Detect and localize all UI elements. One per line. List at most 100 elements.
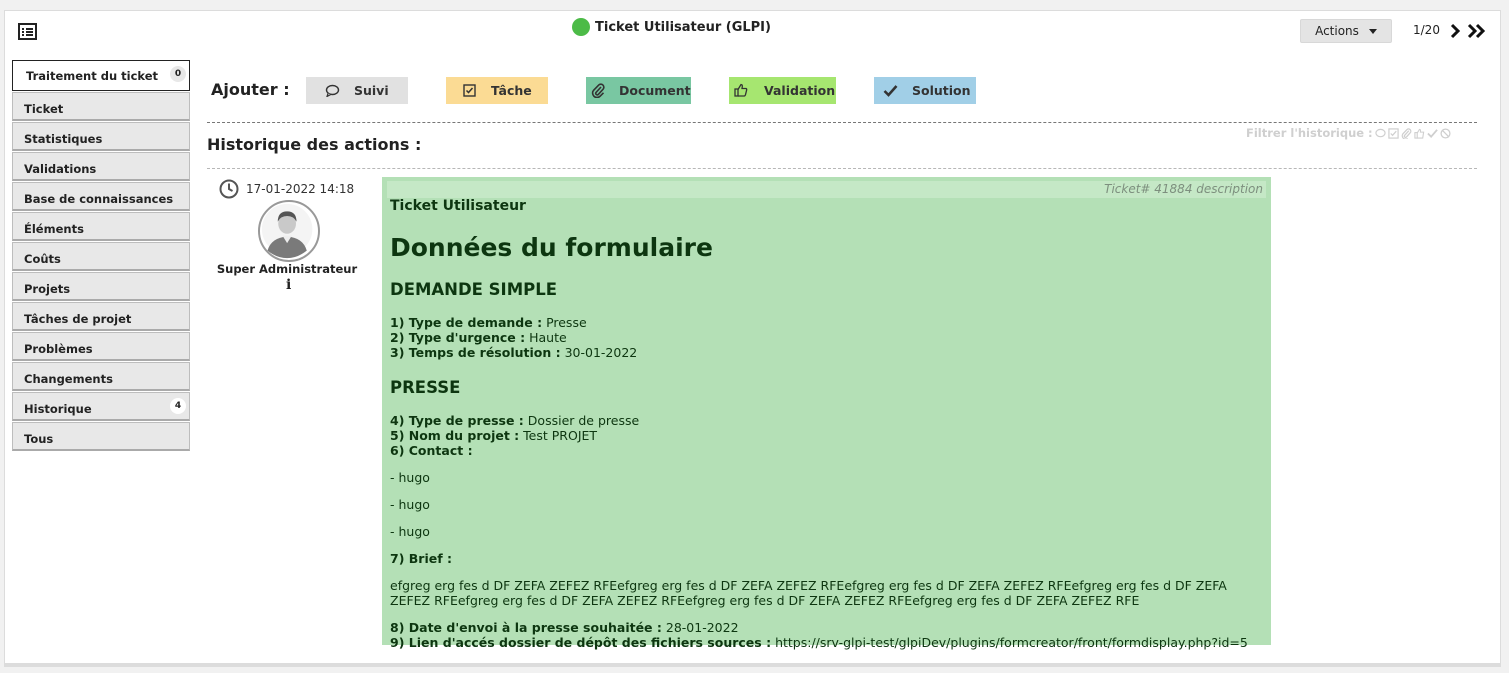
- tab-validations[interactable]: Validations: [12, 152, 190, 181]
- tab-couts[interactable]: Coûts: [12, 242, 190, 271]
- tab-historique[interactable]: Historique 4: [12, 392, 190, 421]
- filter-document-icon[interactable]: [1401, 127, 1412, 139]
- brief-text: efgreg erg fes d DF ZEFA ZEFEZ RFEefgreg…: [390, 578, 1227, 608]
- section-title: DEMANDE SIMPLE: [390, 280, 557, 299]
- section-fields: 8) Date d'envoi à la presse souhaitée : …: [390, 620, 1270, 650]
- tab-label: Ticket: [24, 102, 64, 116]
- field-label: 7) Brief :: [390, 551, 453, 566]
- add-validation-label: Validation: [764, 83, 836, 98]
- section-fields: 1) Type de demande : Presse 2) Type d'ur…: [390, 315, 1270, 360]
- tab-badge: 4: [170, 398, 186, 414]
- filter-solution-icon[interactable]: [1426, 128, 1438, 139]
- ticket-subtitle: Ticket Utilisateur: [390, 198, 526, 214]
- tab-tous[interactable]: Tous: [12, 422, 190, 451]
- add-validation-button[interactable]: Validation: [729, 77, 836, 104]
- field-label: 5) Nom du projet :: [390, 428, 520, 443]
- field-value: 30-01-2022: [564, 345, 638, 360]
- tab-label: Éléments: [24, 222, 84, 236]
- double-chevron-right-icon[interactable]: [1467, 23, 1487, 39]
- page-title: Ticket Utilisateur (GLPI): [572, 18, 771, 36]
- tab-label: Tâches de projet: [24, 312, 132, 326]
- field-row: 9) Lien d'accés dossier de dépôt des fic…: [390, 635, 1270, 650]
- add-tache-button[interactable]: Tâche: [446, 77, 548, 104]
- tab-taches-de-projet[interactable]: Tâches de projet: [12, 302, 190, 331]
- tab-base-de-connaissances[interactable]: Base de connaissances: [12, 182, 190, 211]
- tab-statistiques[interactable]: Statistiques: [12, 122, 190, 151]
- field-row: 3) Temps de résolution : 30-01-2022: [390, 345, 1270, 360]
- field-label: 2) Type d'urgence :: [390, 330, 526, 345]
- actions-button[interactable]: Actions: [1300, 19, 1392, 43]
- tab-label: Coûts: [24, 252, 61, 266]
- list-view-icon[interactable]: [18, 23, 38, 41]
- tab-label: Problèmes: [24, 342, 93, 356]
- tab-list: Traitement du ticket 0 Ticket Statistique…: [12, 60, 190, 452]
- ticket-reference: Ticket# 41884 description: [1104, 182, 1263, 196]
- info-icon[interactable]: i: [286, 277, 291, 293]
- card-body: Ticket Utilisateur Données du formulaire…: [390, 198, 1270, 650]
- contact-item: - hugo: [390, 470, 430, 485]
- filter-reset-icon[interactable]: [1440, 127, 1451, 139]
- filter-comment-icon[interactable]: [1374, 128, 1386, 139]
- field-row: 1) Type de demande : Presse: [390, 315, 1270, 330]
- field-label: 9) Lien d'accés dossier de dépôt des fic…: [390, 635, 772, 650]
- add-tache-label: Tâche: [491, 83, 532, 98]
- clock-icon: [219, 179, 239, 199]
- page-title-text: Ticket Utilisateur (GLPI): [595, 19, 771, 35]
- field-value: Presse: [546, 315, 587, 330]
- add-suivi-label: Suivi: [354, 83, 389, 98]
- brief-label-row: 7) Brief :: [390, 551, 1270, 566]
- field-value: Test PROJET: [523, 428, 598, 443]
- status-dot-icon: [572, 18, 590, 36]
- section-title: PRESSE: [390, 378, 461, 397]
- form-title: Données du formulaire: [390, 233, 713, 262]
- tab-changements[interactable]: Changements: [12, 362, 190, 391]
- filter-task-icon[interactable]: [1387, 127, 1399, 139]
- source-link[interactable]: https://srv-glpi-test/glpiDev/plugins/fo…: [775, 635, 1248, 650]
- section-fields: 4) Type de presse : Dossier de presse 5)…: [390, 413, 1270, 458]
- field-row: 2) Type d'urgence : Haute: [390, 330, 1270, 345]
- add-label: Ajouter :: [211, 80, 290, 99]
- add-suivi-button[interactable]: Suivi: [306, 77, 408, 104]
- tab-label: Historique: [24, 402, 92, 416]
- chevron-right-icon[interactable]: [1449, 23, 1463, 39]
- tab-label: Projets: [24, 282, 71, 296]
- tab-traitement-du-ticket[interactable]: Traitement du ticket 0: [12, 60, 190, 91]
- comment-icon: [325, 84, 340, 97]
- tab-problemes[interactable]: Problèmes: [12, 332, 190, 361]
- field-value: Dossier de presse: [527, 413, 640, 428]
- tab-elements[interactable]: Éléments: [12, 212, 190, 241]
- actions-label: Actions: [1315, 24, 1359, 38]
- field-value: Haute: [529, 330, 567, 345]
- add-solution-button[interactable]: Solution: [874, 77, 976, 104]
- history-filter: Filtrer l'historique :: [1246, 126, 1451, 140]
- checkbox-icon: [463, 84, 476, 97]
- divider: [207, 168, 1477, 169]
- field-row: 4) Type de presse : Dossier de presse: [390, 413, 1270, 428]
- contact-item: - hugo: [390, 524, 430, 539]
- history-title: Historique des actions :: [207, 135, 422, 154]
- tab-projets[interactable]: Projets: [12, 272, 190, 301]
- tab-label: Statistiques: [24, 132, 103, 146]
- divider: [207, 122, 1477, 123]
- field-value: 28-01-2022: [665, 620, 739, 635]
- field-label: 3) Temps de résolution :: [390, 345, 561, 360]
- add-solution-label: Solution: [912, 83, 971, 98]
- user-avatar-icon: [261, 203, 313, 259]
- add-document-button[interactable]: Document: [586, 77, 691, 104]
- tab-ticket[interactable]: Ticket: [12, 92, 190, 121]
- add-document-label: Document: [619, 83, 691, 98]
- field-label: 1) Type de demande :: [390, 315, 543, 330]
- pager-count: 1/20: [1413, 23, 1440, 37]
- tab-label: Base de connaissances: [24, 192, 174, 206]
- entry-user[interactable]: Super Administrateur: [200, 262, 374, 276]
- tab-label: Changements: [24, 372, 113, 386]
- caret-down-icon: [1368, 28, 1377, 34]
- filter-validation-icon[interactable]: [1414, 128, 1425, 139]
- field-row: 6) Contact :: [390, 443, 1270, 458]
- field-label: 8) Date d'envoi à la presse souhaitée :: [390, 620, 662, 635]
- field-row: 8) Date d'envoi à la presse souhaitée : …: [390, 620, 1270, 635]
- thumbs-up-icon: [734, 83, 748, 97]
- field-row: 5) Nom du projet : Test PROJET: [390, 428, 1270, 443]
- ticket-description-card: Ticket# 41884 description Ticket Utilisa…: [382, 177, 1271, 650]
- check-icon: [883, 85, 898, 97]
